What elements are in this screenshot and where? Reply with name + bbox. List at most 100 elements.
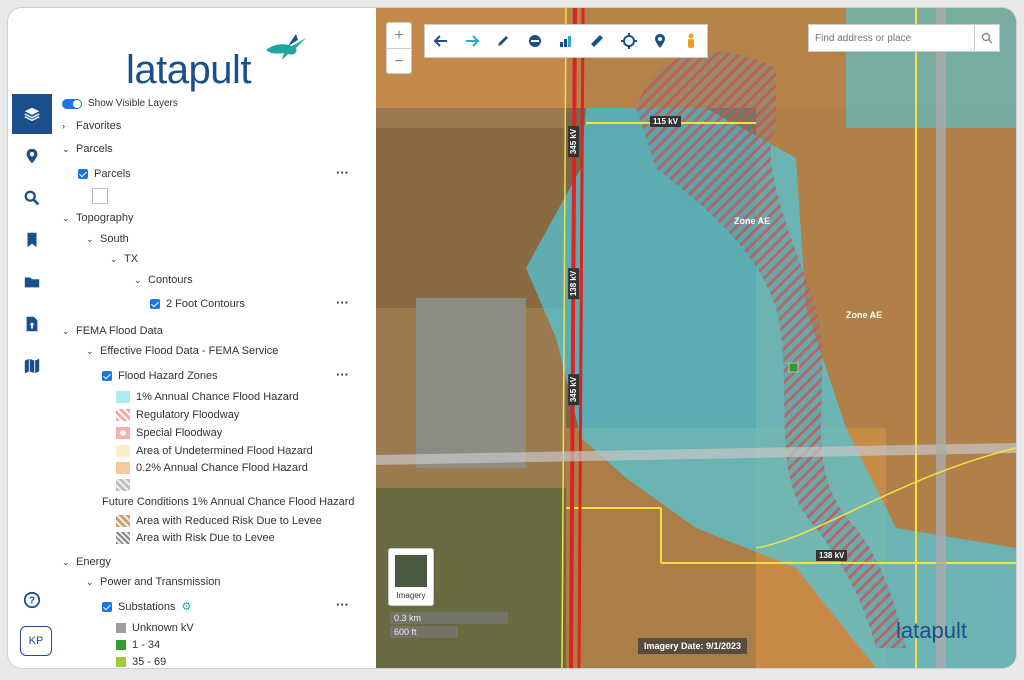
svg-text:?: ? <box>29 596 35 607</box>
imagery-thumbnail <box>395 555 427 587</box>
legend-item: 35 - 69 <box>116 656 166 668</box>
legend-label: Area with Risk Due to Levee <box>136 532 275 544</box>
help-icon[interactable]: ? <box>12 580 52 620</box>
legend-label: Regulatory Floodway <box>136 409 240 421</box>
chevron-down-icon: ⌄ <box>134 274 142 285</box>
more-options-icon[interactable]: ··· <box>336 367 349 382</box>
show-visible-layers[interactable]: Show Visible Layers <box>62 98 178 109</box>
tree-item-effective[interactable]: ⌄ Effective Flood Data - FEMA Service <box>86 345 278 357</box>
search-icon[interactable] <box>12 178 52 218</box>
layer-label: Substations <box>118 600 176 613</box>
layer-flood-hazard-zones[interactable]: Flood Hazard Zones <box>102 370 218 382</box>
circle-icon[interactable] <box>523 29 547 53</box>
chevron-down-icon: ⌄ <box>62 212 70 223</box>
checkbox[interactable] <box>78 169 88 179</box>
legend-swatch <box>116 445 130 457</box>
tree-item-parcels-group[interactable]: ⌄ Parcels <box>62 143 113 155</box>
location-pin-icon[interactable] <box>12 136 52 176</box>
chevron-down-icon: ⌄ <box>62 143 70 154</box>
tree-item-tx[interactable]: ⌄ TX <box>110 253 138 265</box>
legend-item <box>116 479 136 491</box>
search-icon[interactable] <box>974 25 999 51</box>
legend-item: Regulatory Floodway <box>116 409 239 421</box>
arrow-right-icon[interactable] <box>460 29 484 53</box>
tree-item-topography[interactable]: ⌄ Topography <box>62 212 134 224</box>
legend-label: 35 - 69 <box>132 656 167 668</box>
layer-label: Flood Hazard Zones <box>118 370 218 382</box>
tree-item-south[interactable]: ⌄ South <box>86 233 129 245</box>
tree-item-power[interactable]: ⌄ Power and Transmission <box>86 576 220 588</box>
legend-swatch <box>116 532 130 544</box>
upload-icon[interactable] <box>12 304 52 344</box>
folder-icon[interactable] <box>12 262 52 302</box>
legend-swatch <box>116 515 130 527</box>
ruler-icon[interactable] <box>585 29 609 53</box>
zone-label: Zone AE <box>846 310 883 320</box>
map-canvas[interactable]: + − Zone AE Zone AE 115 kV 138 kV 345 kV… <box>376 8 1016 668</box>
show-visible-label: Show Visible Layers <box>88 98 178 109</box>
more-options-icon[interactable]: ··· <box>336 295 349 310</box>
transmission-label: 345 kV <box>568 373 580 406</box>
tree-item-fema[interactable]: ⌄ FEMA Flood Data <box>62 325 163 337</box>
tree-item-label: Power and Transmission <box>100 576 221 588</box>
chevron-down-icon: ⌄ <box>86 576 94 587</box>
zoom-in-button[interactable]: + <box>387 23 411 48</box>
person-icon[interactable] <box>679 29 703 53</box>
legend-label: Special Floodway <box>136 427 223 439</box>
tree-item-label: Energy <box>76 556 111 568</box>
legend-swatch <box>116 479 130 491</box>
checkbox[interactable] <box>102 371 112 381</box>
legend-item: 0.2% Annual Chance Flood Hazard <box>116 462 308 474</box>
chevron-down-icon: ⌄ <box>62 325 70 336</box>
map-toolbar <box>424 24 708 58</box>
legend-item: 1% Annual Chance Flood Hazard <box>116 391 299 403</box>
transmission-label: 138 kV <box>568 267 580 300</box>
chart-icon[interactable] <box>554 29 578 53</box>
legend-label: Unknown kV <box>132 622 194 634</box>
show-visible-toggle[interactable] <box>62 98 82 109</box>
chevron-down-icon: ⌄ <box>86 345 94 356</box>
layer-parcels[interactable]: Parcels <box>78 168 131 180</box>
layer-label: Parcels <box>94 168 131 180</box>
user-avatar[interactable]: KP <box>20 626 52 656</box>
legend-swatch <box>116 462 130 474</box>
imagery-label: Imagery <box>396 591 426 600</box>
tree-item-contours[interactable]: ⌄ Contours <box>134 274 193 286</box>
settings-sliders-icon[interactable]: ⚙ <box>181 600 191 613</box>
layer-substations[interactable]: Substations ⚙ <box>102 600 191 613</box>
tree-item-label: Topography <box>76 212 134 224</box>
tree-item-label: Parcels <box>76 143 113 155</box>
chevron-down-icon: ⌄ <box>110 253 118 264</box>
layer-2ft-contours[interactable]: 2 Foot Contours <box>150 298 245 310</box>
crosshair-icon[interactable] <box>617 29 641 53</box>
tree-item-favorites[interactable]: › Favorites <box>62 120 121 132</box>
more-options-icon[interactable]: ··· <box>336 597 349 612</box>
tree-item-label: Contours <box>148 274 193 286</box>
transmission-label: 345 kV <box>568 125 580 158</box>
transmission-label: 115 kV <box>650 116 681 127</box>
arrow-left-icon[interactable] <box>429 29 453 53</box>
tree-item-label: Favorites <box>76 120 122 132</box>
legend-item: Area with Reduced Risk Due to Levee <box>116 515 322 527</box>
legend-label: Area of Undetermined Flood Hazard <box>136 445 313 457</box>
legend-swatch <box>116 657 126 667</box>
legend-label: 0.2% Annual Chance Flood Hazard <box>136 462 308 474</box>
zoom-out-button[interactable]: − <box>387 48 411 74</box>
search-box <box>808 24 1000 52</box>
imagery-toggle[interactable]: Imagery <box>388 548 434 606</box>
tree-item-energy[interactable]: ⌄ Energy <box>62 556 111 568</box>
brand-logo-text: latapult <box>126 48 251 92</box>
pin-icon[interactable] <box>648 29 672 53</box>
pencil-icon[interactable] <box>491 29 515 53</box>
imagery-date: Imagery Date: 9/1/2023 <box>638 638 748 654</box>
checkbox[interactable] <box>150 299 160 309</box>
search-input[interactable] <box>809 31 975 45</box>
checkbox[interactable] <box>102 601 112 612</box>
more-options-icon[interactable]: ··· <box>336 165 349 180</box>
map-watermark: latapult <box>896 618 967 643</box>
bookmark-icon[interactable] <box>12 220 52 260</box>
map-imagery <box>376 8 1016 668</box>
map-icon[interactable] <box>12 346 52 386</box>
layers-icon[interactable] <box>12 94 52 134</box>
legend-item: 1 - 34 <box>116 639 160 651</box>
